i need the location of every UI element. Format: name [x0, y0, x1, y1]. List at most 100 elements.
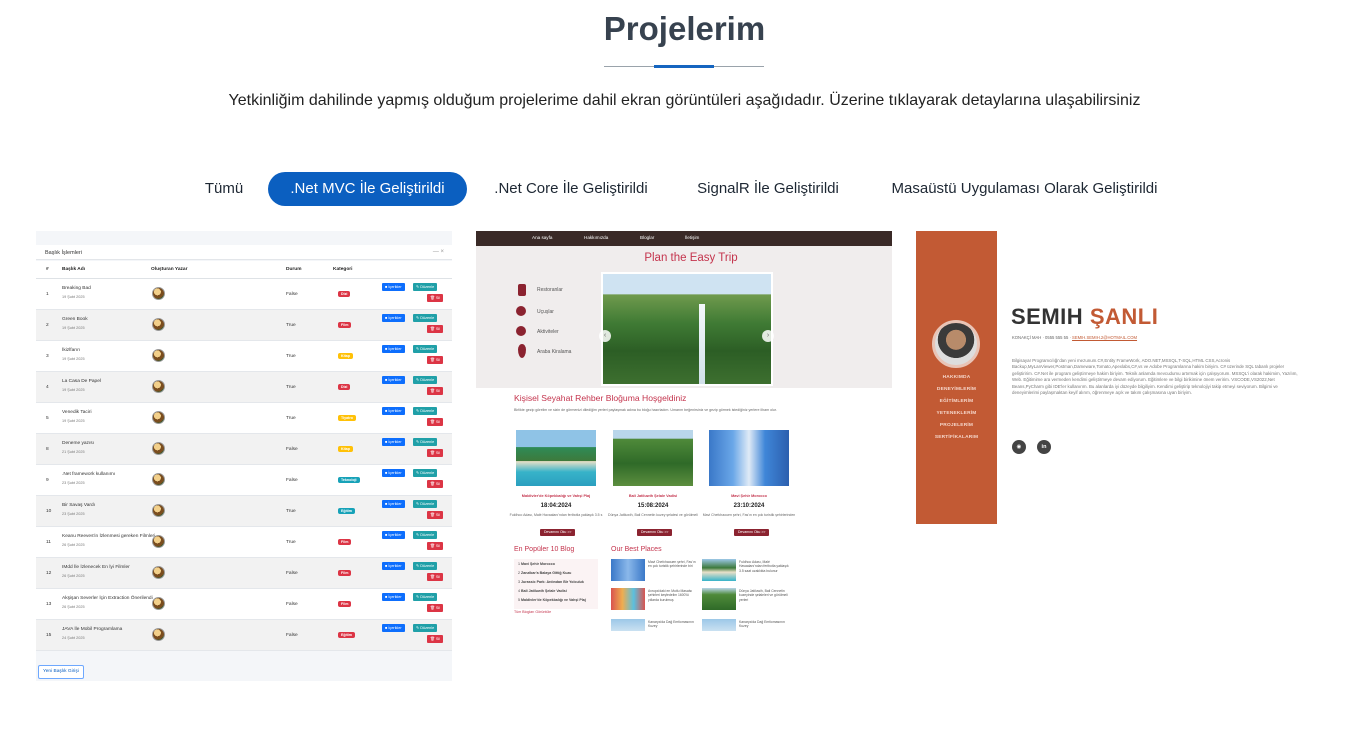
- edit-button[interactable]: ✎ Düzenle: [413, 531, 438, 539]
- hero-title: Plan the Easy Trip: [644, 252, 738, 264]
- contents-button[interactable]: ■ İçerikler: [382, 438, 405, 446]
- slider-prev-icon[interactable]: ‹: [599, 330, 611, 342]
- contents-button[interactable]: ■ İçerikler: [382, 376, 405, 384]
- github-icon[interactable]: ◉: [1012, 440, 1026, 454]
- edit-button[interactable]: ✎ Düzenle: [413, 593, 438, 601]
- post-image-morocco[interactable]: [709, 430, 789, 486]
- table-row: 2 Green Book 19 Şubt 2025 True Film ■ İçerikl…: [36, 310, 452, 341]
- nav-blogs[interactable]: Bloglar: [640, 235, 654, 240]
- cv-last-name: ŞANLI: [1089, 304, 1159, 329]
- filter-net-core[interactable]: .Net Core İle Geliştirildi: [482, 172, 660, 206]
- cv-nav-skills[interactable]: YETENEKLERİM: [916, 411, 997, 416]
- table-row: 10 Bir Savaş Vardı 23 Şubt 2025 True Eğitim ■…: [36, 496, 452, 527]
- row-number: 12: [46, 571, 52, 576]
- list-item[interactable]: 4 Bali Jatiluwih Şelale Vadisi: [518, 589, 567, 593]
- delete-button[interactable]: 🗑 Sil: [427, 635, 444, 643]
- contents-button[interactable]: ■ İçerikler: [382, 345, 405, 353]
- cv-email-link[interactable]: SEMIH.SEMIH.2@HOTMAIL.COM: [1072, 335, 1137, 340]
- edit-button[interactable]: ✎ Düzenle: [413, 314, 438, 322]
- list-item[interactable]: 3 Jurassic Park: Ardından Bir Yolculuk: [518, 580, 584, 584]
- menu-activities[interactable]: Aktiviteler: [537, 329, 559, 335]
- contents-button[interactable]: ■ İçerikler: [382, 407, 405, 415]
- read-more-button[interactable]: Devamını Oku >>: [734, 529, 770, 536]
- col-author: Oluşturan Yazar: [151, 267, 188, 272]
- cv-address: KONAKÇİ MAH · 0555 555 55 ·: [1012, 335, 1073, 340]
- list-item[interactable]: 1 Mavi Şehir Morocco: [518, 562, 555, 566]
- contents-button[interactable]: ■ İçerikler: [382, 593, 405, 601]
- delete-button[interactable]: 🗑 Sil: [427, 356, 444, 364]
- row-title: Venedik Taciri: [62, 410, 92, 415]
- filter-signalr[interactable]: SignalR İle Geliştirildi: [686, 172, 850, 206]
- slider-next-icon[interactable]: ›: [762, 330, 774, 342]
- place-image[interactable]: [702, 588, 736, 610]
- list-item[interactable]: 2 Zanzibar'a Balaya Gittiğ Kuzu: [518, 571, 571, 575]
- read-more-button[interactable]: Devamını Oku >>: [637, 529, 673, 536]
- delete-button[interactable]: 🗑 Sil: [427, 542, 444, 550]
- edit-button[interactable]: ✎ Düzenle: [413, 345, 438, 353]
- contents-button[interactable]: ■ İçerikler: [382, 531, 405, 539]
- read-more-button[interactable]: Devamını Oku >>: [540, 529, 576, 536]
- edit-button[interactable]: ✎ Düzenle: [413, 469, 438, 477]
- menu-restaurants[interactable]: Restoranlar: [537, 287, 563, 293]
- cv-nav-experience[interactable]: DENEYİMLERİM: [916, 387, 997, 392]
- nav-home[interactable]: Ana sayfa: [532, 235, 552, 240]
- delete-button[interactable]: 🗑 Sil: [427, 294, 444, 302]
- cv-nav-certificates[interactable]: SERTİFİKALARIM: [916, 435, 997, 440]
- post-title[interactable]: Maldivler'de Köpekbalığı ve Vahşi Plaj: [508, 494, 604, 498]
- post-title[interactable]: Bali Jatiluwih Şelale Vadisi: [605, 494, 701, 498]
- contents-button[interactable]: ■ İçerikler: [382, 469, 405, 477]
- cv-nav-about[interactable]: HAKKIMDA: [916, 375, 997, 380]
- list-item[interactable]: 5 Maldivler'de Köpekbalığı ve Vahşi Plaj: [518, 598, 586, 602]
- nav-contact[interactable]: İletişim: [685, 235, 699, 240]
- linkedin-icon[interactable]: in: [1037, 440, 1051, 454]
- place-image[interactable]: [611, 559, 645, 581]
- post-image-bali[interactable]: [613, 430, 693, 486]
- cv-nav-projects[interactable]: PROJELERİM: [916, 423, 997, 428]
- delete-button[interactable]: 🗑 Sil: [427, 573, 444, 581]
- menu-flights[interactable]: Uçuşlar: [537, 309, 554, 315]
- contents-button[interactable]: ■ İçerikler: [382, 624, 405, 632]
- menu-car-rental[interactable]: Araba Kiralama: [537, 349, 571, 355]
- place-image[interactable]: [702, 559, 736, 581]
- nav-about[interactable]: Hakkımızda: [584, 235, 608, 240]
- blog-navbar: Ana sayfa Hakkımızda Bloglar İletişim: [476, 231, 892, 246]
- project-card-cv[interactable]: HAKKIMDA DENEYİMLERİM EĞİTİMLERİM YETENE…: [916, 231, 1334, 524]
- edit-button[interactable]: ✎ Düzenle: [413, 562, 438, 570]
- delete-button[interactable]: 🗑 Sil: [427, 480, 444, 488]
- edit-button[interactable]: ✎ Düzenle: [413, 624, 438, 632]
- delete-button[interactable]: 🗑 Sil: [427, 511, 444, 519]
- contents-button[interactable]: ■ İçerikler: [382, 500, 405, 508]
- filter-desktop[interactable]: Masaüstü Uygulaması Olarak Geliştirildi: [878, 172, 1171, 206]
- table-row: 13 Akşişan Severler İçin Extraction Öneri…: [36, 589, 452, 620]
- filter-net-mvc[interactable]: .Net MVC İle Geliştirildi: [268, 172, 467, 206]
- edit-button[interactable]: ✎ Düzenle: [413, 376, 438, 384]
- all-blogs-link[interactable]: Tüm Blogları Görüntüle: [514, 610, 551, 614]
- new-title-button[interactable]: Yeni Başlık Girişi: [38, 665, 84, 679]
- edit-button[interactable]: ✎ Düzenle: [413, 407, 438, 415]
- delete-button[interactable]: 🗑 Sil: [427, 449, 444, 457]
- contents-button[interactable]: ■ İçerikler: [382, 314, 405, 322]
- project-card-admin[interactable]: Başlık İşlemleri — × # Başlık Adı Oluştu…: [36, 231, 452, 681]
- delete-button[interactable]: 🗑 Sil: [427, 325, 444, 333]
- delete-button[interactable]: 🗑 Sil: [427, 387, 444, 395]
- row-number: 13: [46, 602, 52, 607]
- place-image[interactable]: [702, 619, 736, 631]
- delete-button[interactable]: 🗑 Sil: [427, 604, 444, 612]
- row-number: 11: [46, 540, 51, 545]
- contents-button[interactable]: ■ İçerikler: [382, 562, 405, 570]
- delete-button[interactable]: 🗑 Sil: [427, 418, 444, 426]
- project-card-travel-blog[interactable]: Ana sayfa Hakkımızda Bloglar İletişim Pl…: [476, 231, 892, 631]
- edit-button[interactable]: ✎ Düzenle: [413, 438, 438, 446]
- post-image-maldives[interactable]: [516, 430, 596, 486]
- cv-nav-education[interactable]: EĞİTİMLERİM: [916, 399, 997, 404]
- avatar: [152, 566, 165, 579]
- edit-button[interactable]: ✎ Düzenle: [413, 283, 438, 291]
- place-image[interactable]: [611, 588, 645, 610]
- cv-name: SEMIH ŞANLI: [1011, 304, 1158, 330]
- filter-all[interactable]: Tümü: [187, 172, 261, 206]
- edit-button[interactable]: ✎ Düzenle: [413, 500, 438, 508]
- place-image[interactable]: [611, 619, 645, 631]
- post-title[interactable]: Mavi Şehir Morocco: [701, 494, 797, 498]
- contents-button[interactable]: ■ İçerikler: [382, 283, 405, 291]
- place-text: Kanarya'da Dağ Emtiomasının Kuzey: [739, 620, 785, 629]
